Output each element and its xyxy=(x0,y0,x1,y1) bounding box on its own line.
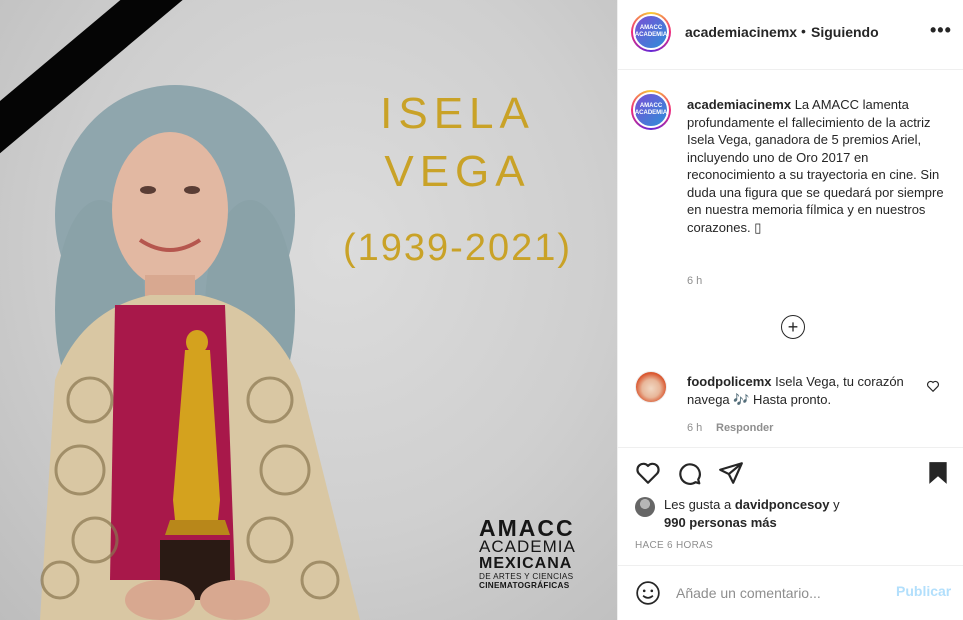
comment-item: foodpolicemx Isela Vega, tu corazón nave… xyxy=(618,365,963,445)
header-separator: • xyxy=(801,23,806,39)
comment-heart-icon[interactable] xyxy=(926,379,940,393)
post-side-panel: AMACC ACADEMIA academiacinemx • Siguiend… xyxy=(617,0,963,620)
logo-line-academia: ACADEMIA xyxy=(479,537,576,556)
logo-acronym: AMACC xyxy=(479,515,575,541)
likes-connector: y xyxy=(833,497,840,512)
more-options-icon[interactable]: ••• xyxy=(930,20,952,41)
amacc-logo: AMACC ACADEMIA MEXICANA DE ARTES Y CIENC… xyxy=(479,517,599,591)
emoji-icon[interactable] xyxy=(635,580,661,606)
title-first-name: ISELA xyxy=(380,89,535,138)
avatar-text-acronym: AMACC xyxy=(639,25,663,31)
heart-icon[interactable] xyxy=(635,460,661,486)
caption-section: AMACC ACADEMIA academiacinemx La AMACC l… xyxy=(618,70,963,350)
post-image[interactable]: ISELA VEGA (1939-2021) AMACC ACADEMIA ME… xyxy=(0,0,617,620)
add-comment-bar: Publicar xyxy=(618,565,963,620)
likes-summary: Les gusta a davidponcesoy y 990 personas… xyxy=(635,496,955,536)
avatar-text-academia: ACADEMIA xyxy=(634,32,668,38)
share-icon[interactable] xyxy=(718,460,744,486)
likes-text: Les gusta a davidponcesoy y 990 personas… xyxy=(664,496,840,532)
profile-avatar[interactable]: AMACC ACADEMIA xyxy=(631,12,671,52)
caption-body: La AMACC lamenta profundamente el fallec… xyxy=(687,97,944,235)
bookmark-icon[interactable] xyxy=(925,460,951,486)
liker-avatar[interactable] xyxy=(635,497,655,517)
comment-timestamp[interactable]: 6 h xyxy=(687,422,702,434)
publish-button[interactable]: Publicar xyxy=(896,583,951,599)
logo-line-mexicana: MEXICANA xyxy=(479,555,573,572)
header-username-link[interactable]: academiacinemx xyxy=(685,24,797,40)
caption-timestamp[interactable]: 6 h xyxy=(687,275,702,287)
plus-circle-icon: + xyxy=(787,317,799,337)
caption-avatar[interactable]: AMACC ACADEMIA xyxy=(631,90,671,130)
liker-username-link[interactable]: davidponcesoy xyxy=(735,497,830,512)
logo-line-cinematograficas: CINEMATOGRÁFICAS xyxy=(479,581,570,590)
post-actions: Les gusta a davidponcesoy y 990 personas… xyxy=(618,447,963,565)
title-years: (1939-2021) xyxy=(342,227,573,269)
following-button[interactable]: Siguiendo xyxy=(811,24,879,40)
comment-text: foodpolicemx Isela Vega, tu corazón nave… xyxy=(687,373,917,409)
commenter-avatar[interactable] xyxy=(635,371,667,403)
caption-avatar-text-acronym: AMACC xyxy=(639,103,663,109)
likes-prefix: Les gusta a xyxy=(664,497,732,512)
post-age[interactable]: HACE 6 HORAS xyxy=(635,540,713,551)
reply-button[interactable]: Responder xyxy=(716,422,773,434)
caption-text: academiacinemx La AMACC lamenta profunda… xyxy=(687,96,957,236)
caption-username-link[interactable]: academiacinemx xyxy=(687,97,791,112)
load-more-comments-button[interactable]: + xyxy=(781,315,805,339)
logo-line-artes: DE ARTES Y CIENCIAS xyxy=(479,572,574,581)
title-last-name: VEGA xyxy=(384,147,531,196)
comment-input[interactable] xyxy=(676,582,886,604)
comment-username-link[interactable]: foodpolicemx xyxy=(687,374,772,389)
likes-count-link[interactable]: 990 personas más xyxy=(664,515,777,530)
memorial-title: ISELA VEGA (1939-2021) xyxy=(330,85,585,270)
comment-icon[interactable] xyxy=(676,460,702,486)
post-header: AMACC ACADEMIA academiacinemx • Siguiend… xyxy=(618,0,963,70)
caption-avatar-text-academia: ACADEMIA xyxy=(634,110,668,116)
